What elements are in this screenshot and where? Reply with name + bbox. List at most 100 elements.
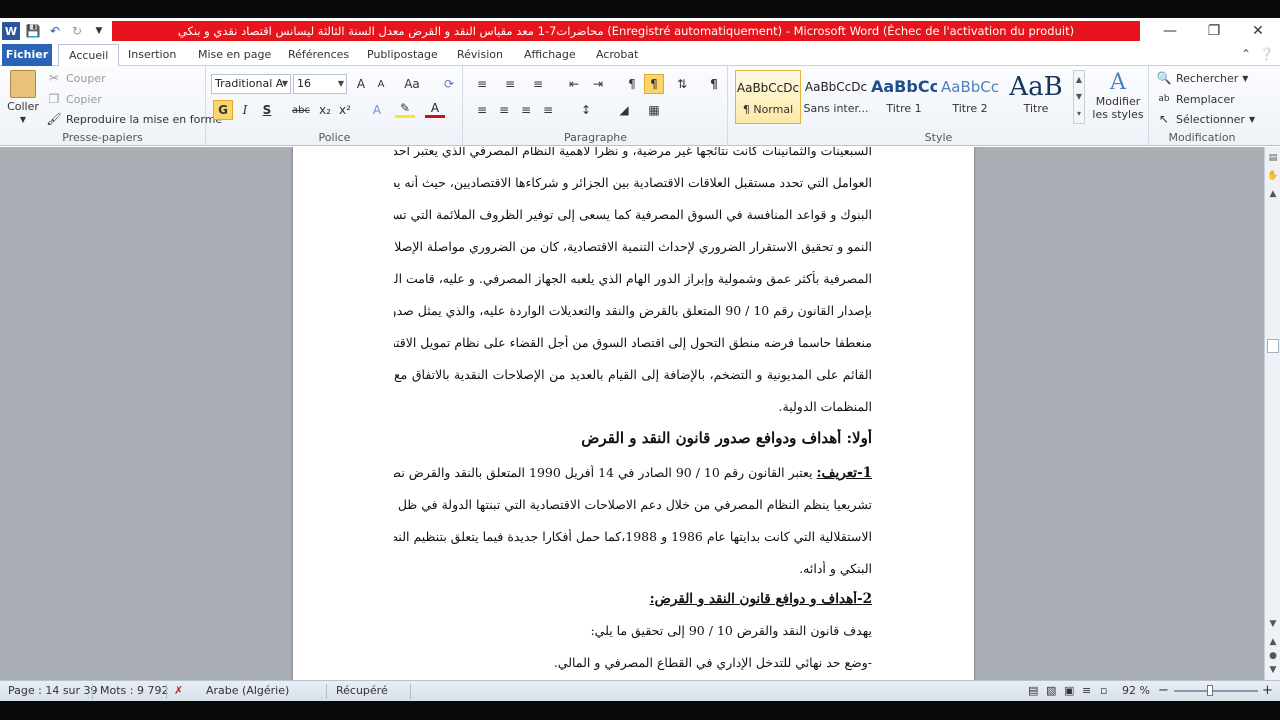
view-full-screen-icon[interactable]: ▧ xyxy=(1046,681,1056,702)
bold-button[interactable]: G xyxy=(213,100,233,120)
copy-button[interactable]: ❐ Copier xyxy=(46,91,102,107)
sort-icon[interactable]: ⇅ xyxy=(672,74,692,94)
body-line[interactable]: المصرفية بأكثر عمق وشمولية وإبراز الدور … xyxy=(394,271,872,295)
zoom-slider-track[interactable] xyxy=(1174,690,1258,692)
browse-object-icon[interactable]: ● xyxy=(1266,649,1280,663)
tab-fichier[interactable]: Fichier xyxy=(2,44,52,66)
cut-button[interactable]: ✂ Couper xyxy=(46,70,106,86)
scroll-down-icon[interactable]: ▼ xyxy=(1266,617,1280,631)
hand-icon[interactable]: ✋ xyxy=(1266,169,1280,183)
undo-icon[interactable]: ↶ xyxy=(46,22,64,40)
superscript-button[interactable]: x² xyxy=(335,100,355,120)
style-no-spacing[interactable]: AaBbCcDc Sans inter... xyxy=(803,70,869,124)
tab-insertion[interactable]: Insertion xyxy=(118,44,186,66)
body-line[interactable]: بإصدار القانون رقم 10 / 90 المتعلق بالقر… xyxy=(394,303,872,327)
body-line[interactable]: البنكي و أدائه. xyxy=(394,561,872,585)
customize-qat-icon[interactable]: ▼ xyxy=(90,22,108,40)
underline-button[interactable]: S xyxy=(257,100,277,120)
body-line[interactable]: القائم على المديونية و التضخم، بالإضافة … xyxy=(394,367,872,391)
rtl-direction-icon[interactable]: ¶ xyxy=(644,74,664,94)
tab-publipostage[interactable]: Publipostage xyxy=(357,44,448,66)
body-line[interactable]: البنوك و قواعد المنافسة في السوق المصرفي… xyxy=(394,207,872,231)
style-heading-1[interactable]: AaBbCc Titre 1 xyxy=(871,70,937,124)
next-page-icon[interactable]: ▼ xyxy=(1266,663,1280,677)
font-color-button[interactable]: A xyxy=(425,100,445,118)
tab-accueil[interactable]: Accueil xyxy=(58,44,120,67)
view-draft-icon[interactable]: ▫ xyxy=(1100,681,1107,702)
view-print-layout-icon[interactable]: ▤ xyxy=(1028,681,1038,702)
tab-acrobat[interactable]: Acrobat xyxy=(586,44,648,66)
styles-scroll[interactable]: ▲ ▼ ▾ xyxy=(1073,70,1085,124)
font-size-select[interactable]: 16 ▼ xyxy=(293,74,347,94)
document-area[interactable]: السبعينات والثمانينات كانت نتائجها غير م… xyxy=(0,147,1264,680)
numbering-icon[interactable]: ≡ xyxy=(500,74,520,94)
body-line[interactable]: الاستقلالية التي كانت بدايتها عام 1986 و… xyxy=(394,529,872,553)
view-outline-icon[interactable]: ≡ xyxy=(1082,681,1091,702)
close-icon[interactable]: ✕ xyxy=(1236,18,1280,44)
find-button[interactable]: 🔍 Rechercher ▼ xyxy=(1156,70,1249,86)
style-title[interactable]: AaB Titre xyxy=(1003,70,1069,124)
body-line[interactable]: النمو و تحقيق الاستقرار الضروري لإحداث ا… xyxy=(394,239,872,263)
shrink-font-button[interactable]: A xyxy=(371,74,391,94)
replace-button[interactable]: ab Remplacer xyxy=(1156,91,1234,107)
minimize-ribbon-icon[interactable]: ⌃ xyxy=(1241,47,1251,61)
ruler-toggle-icon[interactable]: ▤ xyxy=(1266,151,1280,165)
zoom-out-button[interactable]: − xyxy=(1158,681,1169,702)
body-line[interactable]: يهدف قانون النقد والقرض 10 / 90 إلى تحقي… xyxy=(394,623,872,647)
decrease-indent-icon[interactable]: ⇤ xyxy=(564,74,584,94)
align-center-icon[interactable]: ≡ xyxy=(494,100,514,120)
clear-format-icon[interactable]: ⟳ xyxy=(439,74,459,94)
word-app-icon[interactable]: W xyxy=(2,22,20,40)
prev-page-icon[interactable]: ▲ xyxy=(1266,635,1280,649)
zoom-slider-thumb[interactable] xyxy=(1207,685,1213,696)
style-heading-2[interactable]: AaBbCc Titre 2 xyxy=(937,70,1003,124)
body-line[interactable]: منعطفا حاسما فرضه منطق التحول إلى اقتصاد… xyxy=(394,335,872,359)
shading-icon[interactable]: ◢ xyxy=(614,100,634,120)
change-case-button[interactable]: Aa xyxy=(399,74,425,94)
body-line[interactable]: تشريعيا ينظم النظام المصرفي من خلال دعم … xyxy=(394,497,872,521)
language-indicator[interactable]: Arabe (Algérie) xyxy=(206,681,289,702)
tab-references[interactable]: Références xyxy=(278,44,359,66)
show-marks-icon[interactable]: ¶ xyxy=(704,74,724,94)
highlight-icon[interactable]: ✎ xyxy=(395,100,415,118)
zoom-in-button[interactable]: + xyxy=(1262,681,1273,702)
sub-heading[interactable]: 2-أهداف و دوافع قانون النقد و القرض: xyxy=(394,591,872,615)
line-spacing-icon[interactable]: ↕ xyxy=(576,100,596,120)
document-page[interactable]: السبعينات والثمانينات كانت نتائجها غير م… xyxy=(293,147,974,680)
italic-button[interactable]: I xyxy=(235,100,255,120)
strikethrough-button[interactable]: abc xyxy=(289,100,313,120)
ltr-direction-icon[interactable]: ¶ xyxy=(622,74,642,94)
paste-button[interactable]: Coller ▼ xyxy=(6,70,40,124)
section-heading[interactable]: أولا: أهداف ودوافع صدور قانون النقد و ال… xyxy=(394,429,872,457)
proofing-icon[interactable]: ✗ xyxy=(174,681,183,702)
page-indicator[interactable]: Page : 14 sur 39 xyxy=(8,681,98,702)
borders-icon[interactable]: ▦ xyxy=(644,100,664,120)
restore-icon[interactable]: ❐ xyxy=(1192,18,1236,44)
justify-icon[interactable]: ≡ xyxy=(538,100,558,120)
style-normal[interactable]: AaBbCcDc ¶ Normal xyxy=(735,70,801,124)
tab-revision[interactable]: Révision xyxy=(447,44,513,66)
help-icon[interactable]: ❔ xyxy=(1259,47,1274,61)
definition-line[interactable]: 1-تعريف: يعتبر القانون رقم 10 / 90 الصاد… xyxy=(394,465,872,489)
text-effects-icon[interactable]: A xyxy=(367,100,387,120)
multilevel-list-icon[interactable]: ≡ xyxy=(528,74,548,94)
vertical-scrollbar[interactable]: ▤ ✋ ▲ ▼ ▲ ● ▼ xyxy=(1264,147,1280,680)
align-right-icon[interactable]: ≡ xyxy=(516,100,536,120)
redo-icon[interactable]: ↻ xyxy=(68,22,86,40)
view-web-icon[interactable]: ▣ xyxy=(1064,681,1074,702)
font-name-select[interactable]: Traditional A ▼ xyxy=(211,74,291,94)
increase-indent-icon[interactable]: ⇥ xyxy=(588,74,608,94)
minimize-icon[interactable]: — xyxy=(1148,18,1192,44)
scroll-thumb[interactable] xyxy=(1267,339,1279,353)
body-line[interactable]: العوامل التي تحدد مستقبل العلاقات الاقتص… xyxy=(394,175,872,199)
format-painter-button[interactable]: 🖌 Reproduire la mise en forme xyxy=(46,111,222,127)
tab-mise-en-page[interactable]: Mise en page xyxy=(188,44,281,66)
save-icon[interactable]: 💾 xyxy=(24,22,42,40)
grow-font-button[interactable]: A xyxy=(351,74,371,94)
subscript-button[interactable]: x₂ xyxy=(315,100,335,120)
tab-affichage[interactable]: Affichage xyxy=(514,44,586,66)
body-line[interactable]: المنظمات الدولية. xyxy=(394,399,872,423)
bullets-icon[interactable]: ≡ xyxy=(472,74,492,94)
select-button[interactable]: ↖ Sélectionner ▼ xyxy=(1156,111,1255,127)
zoom-level[interactable]: 92 % xyxy=(1122,681,1150,702)
